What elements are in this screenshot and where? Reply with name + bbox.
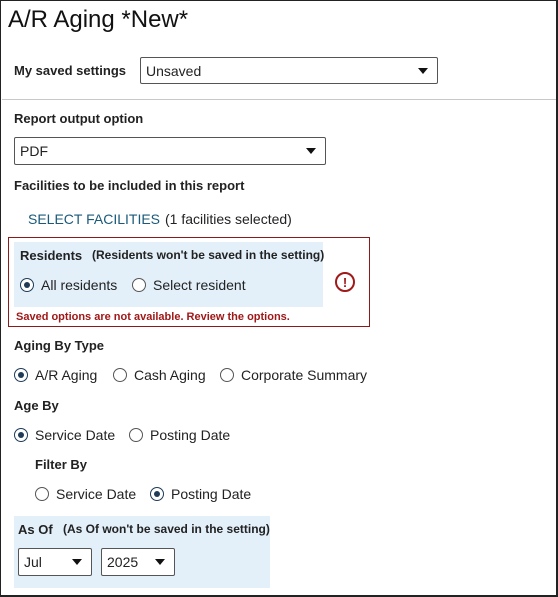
chevron-down-icon: [155, 559, 165, 565]
facilities-count: (1 facilities selected): [165, 211, 292, 227]
radio-label: Posting Date: [171, 486, 252, 502]
radio-age-service-date[interactable]: Service Date: [14, 427, 115, 443]
year-value: 2025: [107, 554, 139, 570]
chevron-down-icon: [72, 559, 82, 565]
radio-unselected-icon: [129, 428, 143, 442]
radio-unselected-icon: [113, 368, 127, 382]
radio-age-posting-date[interactable]: Posting Date: [129, 427, 230, 443]
residents-note: (Residents won't be saved in the setting…: [92, 248, 325, 262]
radio-label: Cash Aging: [134, 367, 206, 383]
radio-selected-icon: [150, 487, 164, 501]
radio-all-residents[interactable]: All residents: [20, 277, 117, 293]
residents-label: Residents: [20, 248, 83, 263]
as-of-note: (As Of won't be saved in the setting): [63, 522, 270, 536]
radio-label: Posting Date: [150, 427, 231, 443]
output-option-select[interactable]: PDF: [14, 137, 326, 165]
radio-ar-aging[interactable]: A/R Aging: [14, 367, 97, 383]
select-facilities-link[interactable]: SELECT FACILITIES: [28, 211, 160, 227]
radio-filter-posting-date[interactable]: Posting Date: [150, 486, 251, 502]
radio-label: Corporate Summary: [241, 367, 368, 383]
year-select[interactable]: 2025: [101, 548, 175, 576]
radio-unselected-icon: [220, 368, 234, 382]
radio-label: All residents: [41, 277, 118, 293]
radio-label: A/R Aging: [35, 367, 98, 383]
facilities-label: Facilities to be included in this report: [14, 178, 245, 193]
error-icon: !: [335, 272, 355, 292]
chevron-down-icon: [306, 148, 316, 154]
age-by-label: Age By: [14, 398, 59, 413]
page-title: A/R Aging *New*: [8, 6, 189, 33]
residents-error-message: Saved options are not available. Review …: [16, 311, 290, 323]
radio-unselected-icon: [35, 487, 49, 501]
output-option-value: PDF: [20, 143, 48, 159]
saved-settings-label: My saved settings: [14, 63, 126, 78]
radio-label: Service Date: [35, 427, 116, 443]
radio-select-resident[interactable]: Select resident: [132, 277, 246, 293]
month-select[interactable]: Jul: [18, 548, 92, 576]
radio-corporate-summary[interactable]: Corporate Summary: [220, 367, 367, 383]
output-option-label: Report output option: [14, 111, 144, 126]
radio-selected-icon: [14, 428, 28, 442]
filter-by-label: Filter By: [35, 457, 88, 472]
saved-settings-value: Unsaved: [146, 62, 202, 79]
radio-unselected-icon: [132, 278, 146, 292]
as-of-label: As Of: [18, 522, 53, 537]
month-value: Jul: [24, 554, 42, 570]
aging-type-label: Aging By Type: [14, 338, 105, 353]
radio-label: Select resident: [153, 277, 246, 293]
radio-selected-icon: [14, 368, 28, 382]
radio-label: Service Date: [56, 486, 137, 502]
radio-cash-aging[interactable]: Cash Aging: [113, 367, 206, 383]
divider: [2, 99, 556, 100]
chevron-down-icon: [418, 67, 428, 74]
radio-filter-service-date[interactable]: Service Date: [35, 486, 136, 502]
radio-selected-icon: [20, 278, 34, 292]
saved-settings-select[interactable]: Unsaved: [140, 57, 438, 84]
